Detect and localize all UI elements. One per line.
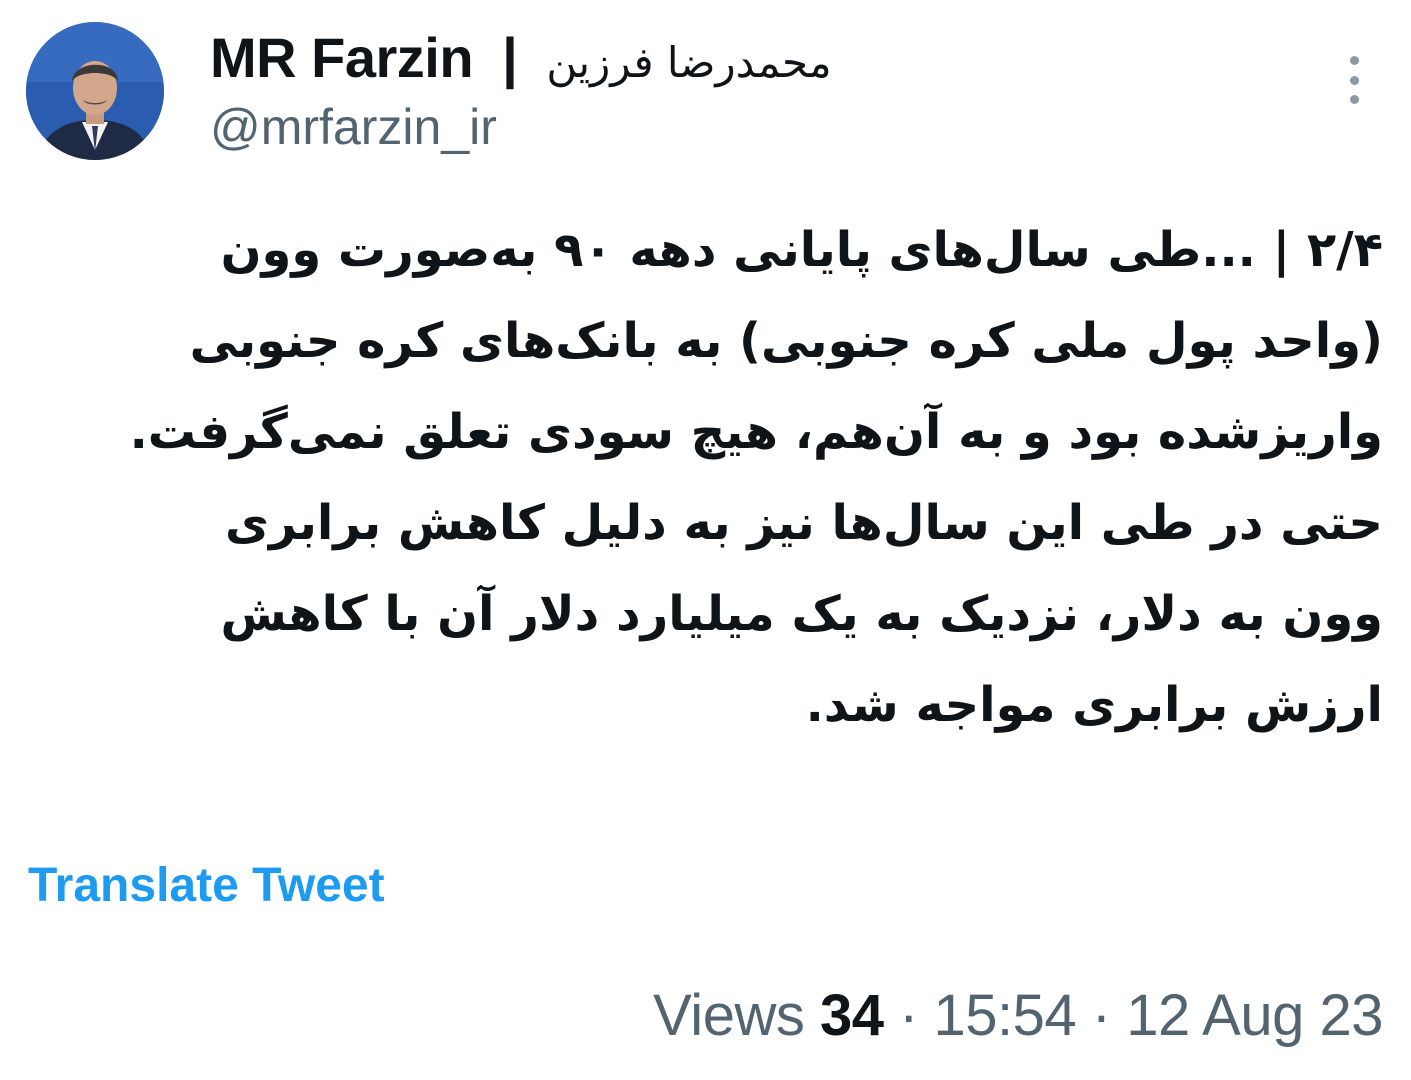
more-options-button[interactable] (1336, 56, 1372, 104)
display-name-latin: MR Farzin (210, 25, 474, 89)
avatar[interactable] (26, 22, 164, 160)
display-name-separator: | (502, 25, 518, 89)
tweet-text-line: حتی در طی این سال‌ها نیز به دلیل کاهش بر… (224, 495, 1383, 551)
display-name-persian: محمدرضا فرزین (546, 37, 832, 87)
more-vertical-icon-dot (1349, 95, 1359, 104)
tweet-meta: Views 34 · 15:54 · 12 Aug 23 (653, 982, 1383, 1049)
display-name: MR Farzin | محمدرضا فرزین (210, 25, 832, 90)
views-count[interactable]: 34 (820, 983, 884, 1048)
views-label: Views (653, 983, 805, 1048)
tweet-text-line: (واحد پول ملی کره جنوبی) به بانک‌های کره… (189, 313, 1383, 369)
tweet-text-line: ارزش برابری مواجه شد. (805, 677, 1383, 733)
tweet-text: ۲/۴ | ...طی سال‌های پایانی دهه ۹۰ به‌صور… (28, 205, 1383, 751)
tweet-text-line: واریزشده بود و به آن‌هم، هیچ سودی تعلق ن… (129, 404, 1383, 460)
more-vertical-icon (1349, 56, 1359, 65)
avatar-portrait (26, 22, 164, 160)
author-handle[interactable]: @mrfarzin_ir (210, 98, 497, 156)
author-name-row[interactable]: MR Farzin | محمدرضا فرزین (210, 22, 832, 92)
meta-separator: · (883, 983, 934, 1048)
more-vertical-icon-dot (1349, 75, 1359, 85)
tweet-time[interactable]: 15:54 (934, 983, 1077, 1048)
tweet-text-line: وون به دلار، نزدیک به یک میلیارد دلار آن… (220, 586, 1383, 642)
tweet-date[interactable]: 12 Aug 23 (1126, 983, 1383, 1048)
meta-separator: · (1076, 983, 1127, 1048)
tweet-text-line: ۲/۴ | ...طی سال‌های پایانی دهه ۹۰ به‌صور… (220, 222, 1383, 278)
translate-tweet-link[interactable]: Translate Tweet (28, 858, 385, 913)
